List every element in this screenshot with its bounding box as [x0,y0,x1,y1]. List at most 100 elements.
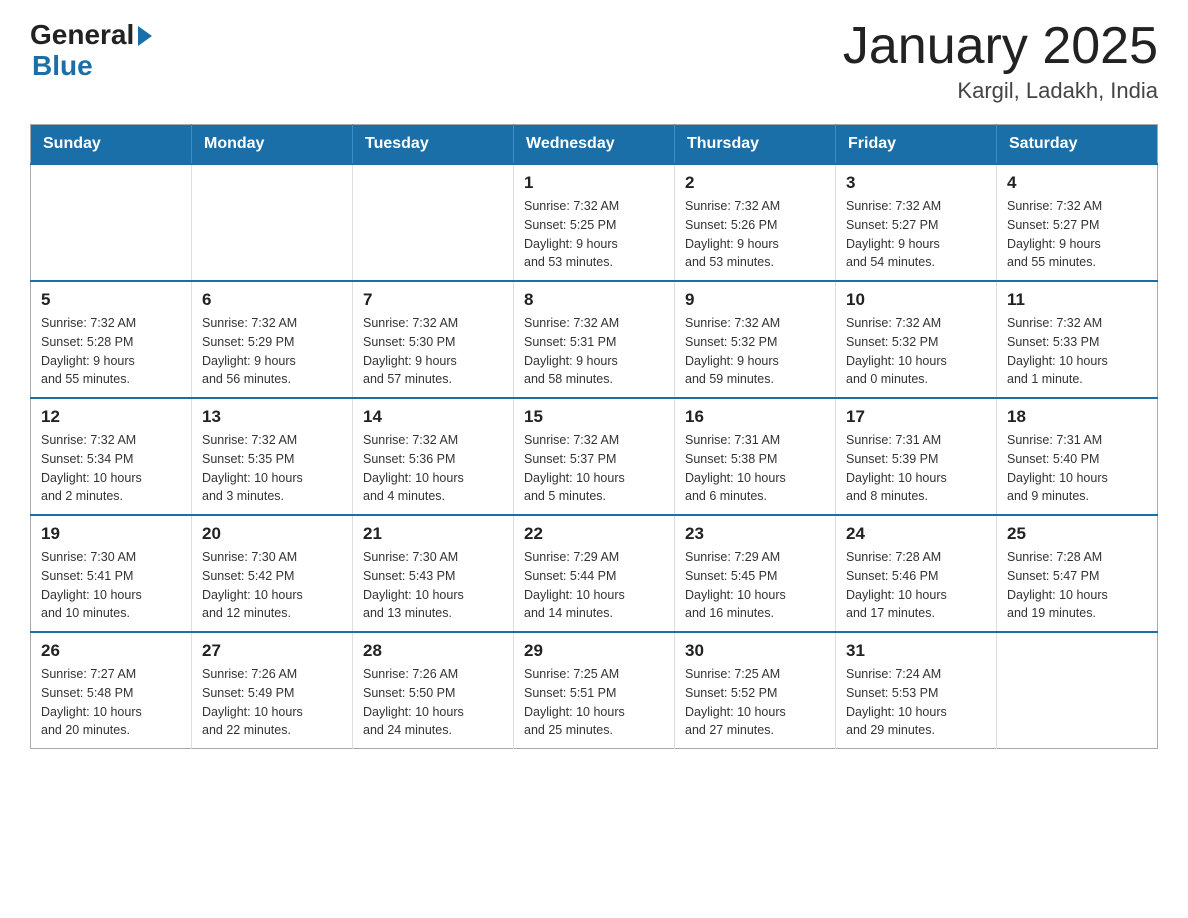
day-info: Sunrise: 7:32 AM Sunset: 5:36 PM Dayligh… [363,431,503,506]
calendar-week-row: 1Sunrise: 7:32 AM Sunset: 5:25 PM Daylig… [31,164,1158,281]
day-number: 6 [202,290,342,310]
calendar-cell: 24Sunrise: 7:28 AM Sunset: 5:46 PM Dayli… [836,515,997,632]
day-info: Sunrise: 7:29 AM Sunset: 5:45 PM Dayligh… [685,548,825,623]
day-number: 23 [685,524,825,544]
logo-blue-label: Blue [32,51,152,82]
calendar-cell: 18 Sunrise: 7:31 AM Sunset: 5:40 PM Dayli… [997,398,1158,515]
calendar-cell [353,164,514,281]
day-number: 5 [41,290,181,310]
day-info: Sunrise: 7:32 AM Sunset: 5:30 PM Dayligh… [363,314,503,389]
day-info: Sunrise: 7:32 AM Sunset: 5:27 PM Dayligh… [1007,197,1147,272]
day-info: Sunrise: 7:28 AM Sunset: 5:47 PM Dayligh… [1007,548,1147,623]
calendar-cell: 26 Sunrise: 7:27 AM Sunset: 5:48 PM Dayli… [31,632,192,749]
day-number: 15 [524,407,664,427]
calendar-cell: 17 Sunrise: 7:31 AM Sunset: 5:39 PM Dayli… [836,398,997,515]
day-number: 26 [41,641,181,661]
calendar-cell [31,164,192,281]
day-info: Sunrise: 7:32 AM Sunset: 5:25 PM Dayligh… [524,197,664,272]
calendar-cell: 7Sunrise: 7:32 AM Sunset: 5:30 PM Daylig… [353,281,514,398]
day-number: 22 [524,524,664,544]
calendar-cell: 16Sunrise: 7:31 AM Sunset: 5:38 PM Dayli… [675,398,836,515]
day-number: 12 [41,407,181,427]
weekday-header-sunday: Sunday [31,125,192,165]
day-info: Sunrise: 7:32 AM Sunset: 5:37 PM Dayligh… [524,431,664,506]
day-info: Sunrise: 7:31 AM Sunset: 5:39 PM Dayligh… [846,431,986,506]
calendar-cell: 21 Sunrise: 7:30 AM Sunset: 5:43 PM Dayli… [353,515,514,632]
day-info: Sunrise: 7:32 AM Sunset: 5:31 PM Dayligh… [524,314,664,389]
weekday-header-saturday: Saturday [997,125,1158,165]
calendar-cell [997,632,1158,749]
calendar-cell: 6 Sunrise: 7:32 AM Sunset: 5:29 PM Daylig… [192,281,353,398]
day-number: 10 [846,290,986,310]
calendar-cell: 23 Sunrise: 7:29 AM Sunset: 5:45 PM Dayli… [675,515,836,632]
day-info: Sunrise: 7:31 AM Sunset: 5:38 PM Dayligh… [685,431,825,506]
day-number: 21 [363,524,503,544]
calendar-cell: 11Sunrise: 7:32 AM Sunset: 5:33 PM Dayli… [997,281,1158,398]
day-info: Sunrise: 7:32 AM Sunset: 5:27 PM Dayligh… [846,197,986,272]
location-title: Kargil, Ladakh, India [843,78,1158,104]
calendar-cell: 14 Sunrise: 7:32 AM Sunset: 5:36 PM Dayli… [353,398,514,515]
day-info: Sunrise: 7:24 AM Sunset: 5:53 PM Dayligh… [846,665,986,740]
day-number: 30 [685,641,825,661]
day-info: Sunrise: 7:29 AM Sunset: 5:44 PM Dayligh… [524,548,664,623]
day-number: 8 [524,290,664,310]
logo-general-text: General [30,20,152,51]
weekday-header-tuesday: Tuesday [353,125,514,165]
weekday-header-wednesday: Wednesday [514,125,675,165]
day-number: 28 [363,641,503,661]
calendar-cell: 20 Sunrise: 7:30 AM Sunset: 5:42 PM Dayli… [192,515,353,632]
day-number: 31 [846,641,986,661]
page-header: General Blue January 2025 Kargil, Ladakh… [30,20,1158,104]
calendar-cell: 29 Sunrise: 7:25 AM Sunset: 5:51 PM Dayli… [514,632,675,749]
day-info: Sunrise: 7:30 AM Sunset: 5:42 PM Dayligh… [202,548,342,623]
calendar-cell: 3 Sunrise: 7:32 AM Sunset: 5:27 PM Daylig… [836,164,997,281]
calendar-cell: 22 Sunrise: 7:29 AM Sunset: 5:44 PM Dayli… [514,515,675,632]
day-number: 2 [685,173,825,193]
calendar-cell: 12 Sunrise: 7:32 AM Sunset: 5:34 PM Dayli… [31,398,192,515]
weekday-header-monday: Monday [192,125,353,165]
calendar-cell: 2 Sunrise: 7:32 AM Sunset: 5:26 PM Daylig… [675,164,836,281]
day-number: 20 [202,524,342,544]
day-info: Sunrise: 7:32 AM Sunset: 5:29 PM Dayligh… [202,314,342,389]
day-number: 14 [363,407,503,427]
calendar-cell: 13Sunrise: 7:32 AM Sunset: 5:35 PM Dayli… [192,398,353,515]
day-number: 18 [1007,407,1147,427]
day-info: Sunrise: 7:25 AM Sunset: 5:52 PM Dayligh… [685,665,825,740]
day-info: Sunrise: 7:32 AM Sunset: 5:32 PM Dayligh… [846,314,986,389]
calendar-cell: 27Sunrise: 7:26 AM Sunset: 5:49 PM Dayli… [192,632,353,749]
day-info: Sunrise: 7:25 AM Sunset: 5:51 PM Dayligh… [524,665,664,740]
day-info: Sunrise: 7:32 AM Sunset: 5:34 PM Dayligh… [41,431,181,506]
calendar-cell: 31 Sunrise: 7:24 AM Sunset: 5:53 PM Dayli… [836,632,997,749]
day-number: 27 [202,641,342,661]
day-info: Sunrise: 7:30 AM Sunset: 5:41 PM Dayligh… [41,548,181,623]
day-info: Sunrise: 7:28 AM Sunset: 5:46 PM Dayligh… [846,548,986,623]
day-number: 17 [846,407,986,427]
day-number: 19 [41,524,181,544]
weekday-header-friday: Friday [836,125,997,165]
day-info: Sunrise: 7:32 AM Sunset: 5:26 PM Dayligh… [685,197,825,272]
day-number: 4 [1007,173,1147,193]
day-number: 29 [524,641,664,661]
calendar-cell: 4 Sunrise: 7:32 AM Sunset: 5:27 PM Daylig… [997,164,1158,281]
day-number: 9 [685,290,825,310]
day-info: Sunrise: 7:31 AM Sunset: 5:40 PM Dayligh… [1007,431,1147,506]
calendar-cell: 9 Sunrise: 7:32 AM Sunset: 5:32 PM Daylig… [675,281,836,398]
calendar-cell: 1Sunrise: 7:32 AM Sunset: 5:25 PM Daylig… [514,164,675,281]
weekday-header-thursday: Thursday [675,125,836,165]
day-info: Sunrise: 7:27 AM Sunset: 5:48 PM Dayligh… [41,665,181,740]
calendar-week-row: 5 Sunrise: 7:32 AM Sunset: 5:28 PM Daylig… [31,281,1158,398]
calendar-week-row: 26 Sunrise: 7:27 AM Sunset: 5:48 PM Dayli… [31,632,1158,749]
calendar-cell [192,164,353,281]
day-info: Sunrise: 7:32 AM Sunset: 5:35 PM Dayligh… [202,431,342,506]
day-info: Sunrise: 7:30 AM Sunset: 5:43 PM Dayligh… [363,548,503,623]
day-info: Sunrise: 7:32 AM Sunset: 5:32 PM Dayligh… [685,314,825,389]
title-block: January 2025 Kargil, Ladakh, India [843,20,1158,104]
calendar-cell: 28Sunrise: 7:26 AM Sunset: 5:50 PM Dayli… [353,632,514,749]
calendar-week-row: 12 Sunrise: 7:32 AM Sunset: 5:34 PM Dayli… [31,398,1158,515]
day-number: 3 [846,173,986,193]
calendar-cell: 5 Sunrise: 7:32 AM Sunset: 5:28 PM Daylig… [31,281,192,398]
calendar-cell: 25Sunrise: 7:28 AM Sunset: 5:47 PM Dayli… [997,515,1158,632]
day-info: Sunrise: 7:32 AM Sunset: 5:28 PM Dayligh… [41,314,181,389]
calendar-table: SundayMondayTuesdayWednesdayThursdayFrid… [30,124,1158,749]
calendar-week-row: 19 Sunrise: 7:30 AM Sunset: 5:41 PM Dayli… [31,515,1158,632]
